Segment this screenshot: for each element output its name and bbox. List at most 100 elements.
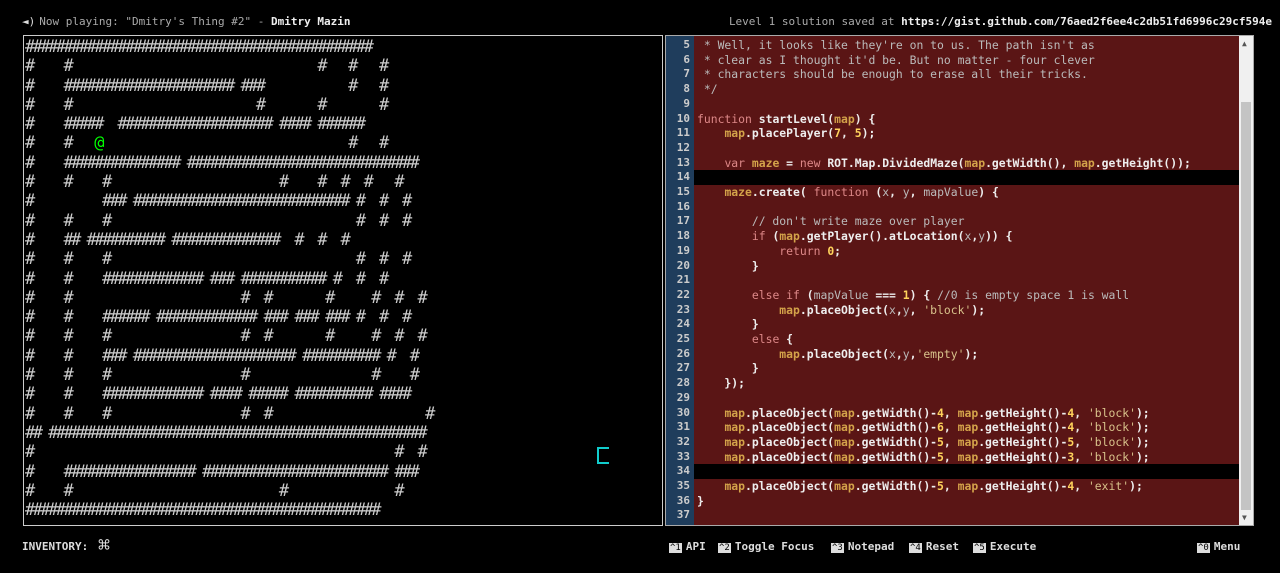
line-number: 23 (676, 302, 690, 316)
hotkey-key: ^1 (669, 543, 682, 553)
editable-line-highlight[interactable] (694, 464, 1239, 479)
code-text: * clear as I thought it'd be. But no mat… (697, 52, 1095, 67)
line-number: 26 (676, 346, 690, 360)
line-number: 35 (676, 479, 690, 492)
line-number: 36 (676, 493, 690, 507)
line-number: 8 (683, 82, 690, 96)
line-number: 13 (676, 155, 690, 169)
line-number: 19 (676, 243, 690, 257)
code-text: map.placeObject(x,y,'empty'); (779, 346, 979, 361)
line-number: 7 (683, 67, 690, 81)
code-line: 21 (666, 273, 1239, 288)
hotkey-key: ^0 (1197, 543, 1210, 553)
code-line: 28 }); (666, 376, 1239, 391)
hotkey-label: Reset (925, 540, 959, 553)
line-number: 11 (676, 126, 690, 140)
line-number: 29 (676, 390, 690, 404)
code-line: 35 map.placeObject(map.getWidth()-5, map… (666, 479, 1239, 494)
line-number: 24 (676, 317, 690, 331)
scroll-down-icon[interactable]: ▼ (1242, 513, 1247, 522)
hotkey-key: ^4 (909, 543, 922, 553)
hotkey-label: API (685, 540, 706, 553)
line-number: 27 (676, 361, 690, 375)
code-line: 12 (666, 141, 1239, 156)
line-number: 28 (676, 376, 690, 390)
now-playing-text: ◄) Now playing: "Dmitry's Thing #2" - Dmi… (22, 15, 351, 28)
code-text: map.placeObject(map.getWidth()-5, map.ge… (724, 449, 1150, 464)
code-text: } (697, 493, 704, 508)
code-line: 31 map.placeObject(map.getWidth()-6, map… (666, 420, 1239, 435)
speaker-icon[interactable]: ◄) (22, 15, 35, 28)
code-text: // don't write maze over player (697, 214, 965, 229)
api-hotkey[interactable]: ^1 API (669, 540, 706, 553)
line-number: 10 (676, 111, 690, 125)
top-bar: ◄) Now playing: "Dmitry's Thing #2" - Dmi… (0, 0, 1280, 36)
editor-scrollbar[interactable]: ▲ ▼ (1239, 36, 1253, 525)
game-map-screen[interactable]: ########################################… (23, 35, 663, 526)
line-number: 16 (676, 199, 690, 213)
line-number: 22 (676, 287, 690, 301)
line-number: 18 (676, 229, 690, 243)
now-playing-artist: Dmitry Mazin (271, 15, 351, 28)
code-text: */ (697, 82, 718, 97)
scrollbar-thumb[interactable] (1241, 102, 1251, 510)
line-number: 6 (683, 52, 690, 66)
toggle-focus-hotkey[interactable]: ^2 Toggle Focus (718, 540, 814, 553)
scroll-up-icon[interactable]: ▲ (1242, 39, 1247, 48)
line-number: 37 (676, 508, 690, 522)
code-line: 17 // don't write maze over player (666, 214, 1239, 229)
line-number: 20 (676, 258, 690, 272)
menu-hotkey[interactable]: ^0 Menu (1197, 540, 1240, 553)
line-number: 25 (676, 332, 690, 345)
code-line: 16 (666, 200, 1239, 215)
code-text: * characters should be enough to erase a… (697, 67, 1088, 82)
code-text: if (map.getPlayer().atLocation(x,y)) { (751, 229, 1013, 244)
solution-gist-link[interactable]: https://gist.github.com/76aed2f6ee4c2db5… (901, 15, 1272, 28)
hotkey-key: ^2 (718, 543, 731, 553)
code-line: 7 * characters should be enough to erase… (666, 67, 1239, 82)
code-line: 36} (666, 494, 1239, 509)
code-line: 25 else { (666, 332, 1239, 347)
code-text: else if (mapValue === 1) { //0 is empty … (751, 287, 1130, 302)
hotkey-label: Toggle Focus (734, 540, 815, 553)
code-editor[interactable]: 5 * Well, it looks like they're on to us… (665, 35, 1254, 526)
line-number: 9 (683, 96, 690, 110)
line-number: 33 (676, 449, 690, 463)
code-text: map.placeObject(x,y, 'block'); (779, 302, 986, 317)
code-text: * Well, it looks like they're on to us. … (697, 38, 1095, 52)
bottom-bar: INVENTORY: ⌘ ^1 API ^2 Toggle Focus ^3 Note… (0, 528, 1280, 573)
code-text: return 0; (779, 243, 842, 258)
line-number: 34 (676, 464, 690, 478)
execute-hotkey[interactable]: ^5 Execute (973, 540, 1036, 553)
code-text: } (697, 361, 759, 376)
editable-code-line[interactable]: 14 (666, 170, 1239, 185)
code-line: 26 map.placeObject(x,y,'empty'); (666, 347, 1239, 362)
code-text: var maze = new ROT.Map.DividedMaze(map.g… (724, 155, 1191, 170)
code-text: function startLevel(map) { (697, 111, 876, 126)
code-line: 32 map.placeObject(map.getWidth()-5, map… (666, 435, 1239, 450)
code-text: }); (697, 376, 746, 391)
code-line: 33 map.placeObject(map.getWidth()-5, map… (666, 450, 1239, 465)
code-line: 29 (666, 391, 1239, 406)
command-key-icon[interactable]: ⌘ (98, 533, 110, 557)
line-number: 15 (676, 185, 690, 198)
code-text: map.placeObject(map.getWidth()-5, map.ge… (724, 479, 1143, 493)
line-number: 30 (676, 405, 690, 419)
code-line: 37 (666, 508, 1239, 523)
code-text: else { (751, 332, 794, 346)
code-line: 20 } (666, 259, 1239, 274)
line-number: 32 (676, 434, 690, 448)
hotkey-label: Execute (989, 540, 1037, 553)
hotkey-label: Notepad (847, 540, 895, 553)
hotkey-label: Menu (1213, 540, 1241, 553)
line-number: 14 (676, 170, 690, 184)
hotkey-key: ^3 (831, 543, 844, 553)
code-text: maze.create( function (x, y, mapValue) { (724, 185, 999, 199)
code-line: 23 map.placeObject(x,y, 'block'); (666, 303, 1239, 318)
code-line: 27 } (666, 361, 1239, 376)
editable-line-highlight[interactable] (694, 170, 1239, 185)
notepad-hotkey[interactable]: ^3 Notepad (831, 540, 894, 553)
code-line: 8 */ (666, 82, 1239, 97)
editable-code-line[interactable]: 34 (666, 464, 1239, 479)
reset-hotkey[interactable]: ^4 Reset (909, 540, 959, 553)
